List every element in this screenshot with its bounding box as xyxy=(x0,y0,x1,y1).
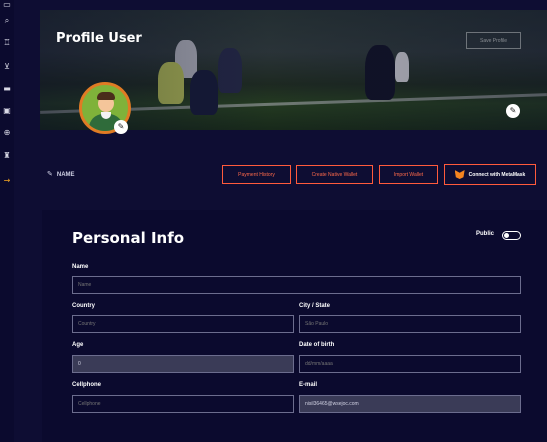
email-label: E-mail xyxy=(299,382,318,388)
personal-info-title: Personal Info xyxy=(72,229,185,247)
search-icon[interactable]: ⌕ xyxy=(2,16,12,26)
edit-banner-icon[interactable]: ✎ xyxy=(506,104,520,118)
city-state-label: City / State xyxy=(299,303,331,309)
payment-history-button[interactable]: Payment History xyxy=(222,165,291,184)
tower-icon[interactable]: ♜ xyxy=(2,151,12,161)
city-state-input[interactable] xyxy=(299,315,521,333)
import-wallet-button[interactable]: Import Wallet xyxy=(379,165,438,184)
sidebar: ▭ ⌕ ♖ ⊻ ▬ ▣ ⊕ ♜ → xyxy=(0,0,14,442)
age-label: Age xyxy=(72,342,84,348)
metamask-fox-icon xyxy=(454,170,465,179)
cellphone-label: Cellphone xyxy=(72,382,102,388)
public-label: Public xyxy=(476,231,495,237)
profile-name[interactable]: ✎ NAME xyxy=(47,170,75,178)
globe-icon[interactable]: ⊕ xyxy=(2,128,12,138)
public-toggle[interactable] xyxy=(502,231,521,240)
edit-avatar-icon[interactable]: ✎ xyxy=(114,120,128,134)
email-input[interactable] xyxy=(299,395,521,413)
pencil-icon[interactable]: ✎ xyxy=(47,170,53,178)
save-profile-button[interactable]: Save Profile xyxy=(466,32,521,49)
name-label: Name xyxy=(72,264,89,270)
profile-name-text: NAME xyxy=(56,172,75,178)
country-input[interactable] xyxy=(72,315,294,333)
dob-input[interactable] xyxy=(299,355,521,373)
cellphone-input[interactable] xyxy=(72,395,294,413)
grid-icon[interactable]: ▭ xyxy=(2,0,12,10)
store-icon[interactable]: ▬ xyxy=(2,84,12,94)
trophy-icon[interactable]: ♖ xyxy=(2,38,12,48)
connect-metamask-button[interactable]: Connect with MetaMask xyxy=(444,164,536,185)
cart-icon[interactable]: ⊻ xyxy=(2,62,12,72)
arrow-right-icon[interactable]: → xyxy=(2,176,12,186)
country-label: Country xyxy=(72,303,95,309)
dob-label: Date of birth xyxy=(299,342,335,348)
name-input[interactable] xyxy=(72,276,521,294)
page-title: Profile User xyxy=(56,31,142,46)
image-icon[interactable]: ▣ xyxy=(2,106,12,116)
age-input[interactable] xyxy=(72,355,294,373)
create-native-wallet-button[interactable]: Create Native Wallet xyxy=(296,165,373,184)
connect-metamask-label: Connect with MetaMask xyxy=(468,171,526,178)
